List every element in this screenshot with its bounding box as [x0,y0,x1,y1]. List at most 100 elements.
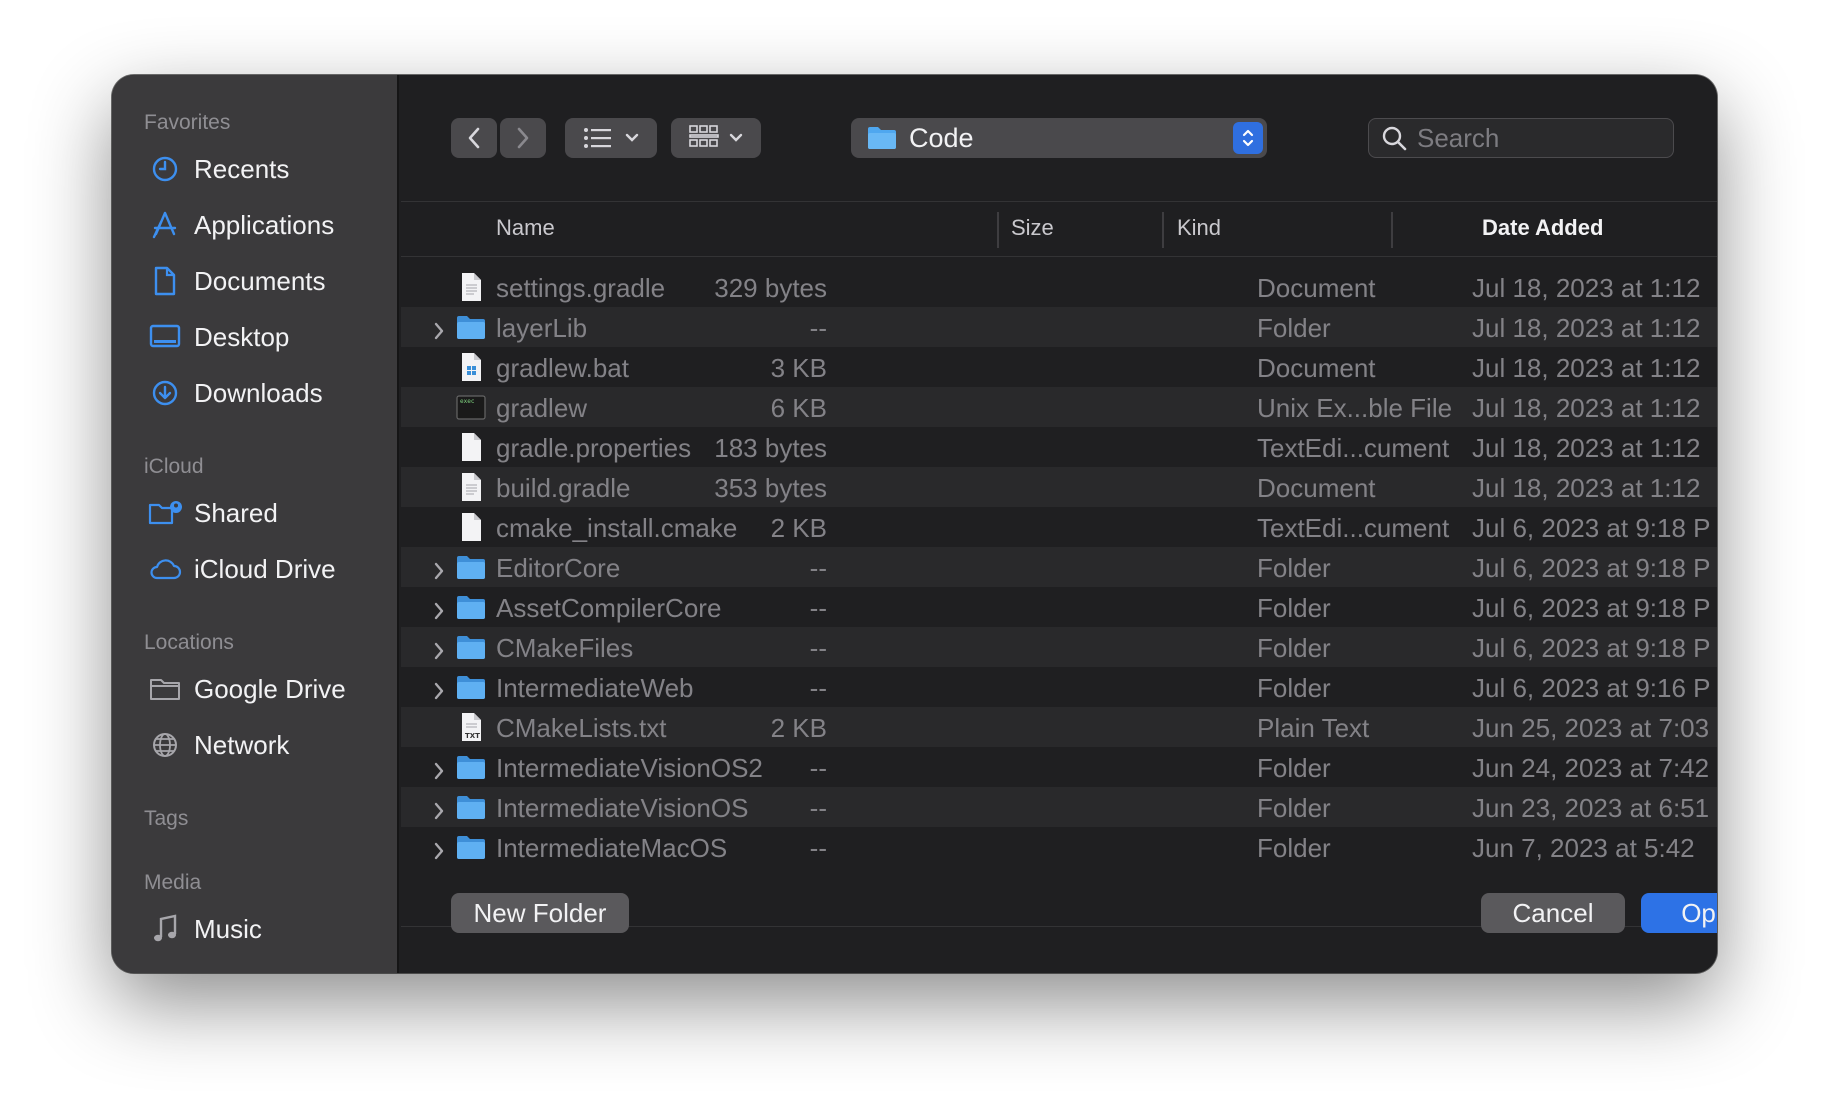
grid-view-icon [689,125,719,147]
column-name[interactable]: Name [496,215,555,241]
new-folder-button[interactable]: New Folder [451,893,629,933]
search-icon [1382,126,1407,151]
sidebar-item-google-drive[interactable]: Google Drive [148,667,346,711]
section-media: Media [144,871,202,894]
file-size: 2 KB [770,513,827,543]
file-row[interactable]: CMakeFiles -- Folder Jul 6, 2023 at 9:18 P [401,627,1717,667]
disclosure-chevron-icon[interactable] [433,797,445,828]
file-row[interactable]: IntermediateVisionOS2 -- Folder Jun 24, 202… [401,747,1717,787]
file-kind: Folder [1257,633,1331,663]
folder-icon [455,631,487,663]
path-popup[interactable]: Code [851,118,1267,158]
column-divider[interactable] [1162,212,1164,248]
column-size[interactable]: Size [1011,215,1054,241]
column-kind[interactable]: Kind [1177,215,1221,241]
file-date-added: Jul 18, 2023 at 1:12 [1472,473,1701,503]
file-row[interactable]: gradlew.bat 3 KB Document Jul 18, 2023 at 1… [401,347,1717,387]
file-name: layerLib [496,313,588,343]
view-list-button[interactable] [565,118,657,158]
sidebar-item-icloud-drive[interactable]: iCloud Drive [148,547,336,591]
sidebar-item-label: Applications [194,209,335,240]
file-size: -- [809,833,827,863]
file-size: -- [809,633,827,663]
disclosure-chevron-icon[interactable] [433,597,445,628]
disclosure-chevron-icon[interactable] [433,317,445,348]
cancel-button[interactable]: Cancel [1481,893,1625,933]
sidebar-item-label: Shared [194,497,278,528]
file-size: 6 KB [770,393,827,423]
disclosure-chevron-icon[interactable] [433,637,445,668]
open-button[interactable]: Open [1641,893,1717,933]
sidebar: Favorites Recents Applications Documents… [112,75,399,973]
sidebar-item-recents[interactable]: Recents [148,147,289,191]
file-row[interactable]: TXT CMakeLists.txt 2 KB Plain Text Jun 25, 2… [401,707,1717,747]
sidebar-item-downloads[interactable]: Downloads [148,371,323,415]
music-note-icon [148,912,182,946]
open-dialog: Favorites Recents Applications Documents… [112,75,1717,973]
file-size: -- [809,753,827,783]
disclosure-chevron-icon[interactable] [433,757,445,788]
folder-icon [455,831,487,863]
clock-icon [148,152,182,186]
column-divider[interactable] [997,212,999,248]
column-divider[interactable] [1391,212,1393,248]
sidebar-item-label: Music [194,913,262,944]
file-row[interactable]: AssetCompilerCore -- Folder Jul 6, 2023 at … [401,587,1717,627]
file-row[interactable]: build.gradle 353 bytes Document Jul 18, 202… [401,467,1717,507]
group-by-button[interactable] [671,118,761,158]
terminal-icon: exec [455,391,487,423]
file-row[interactable]: exec gradlew 6 KB Unix Ex...ble File Jul 18,… [401,387,1717,427]
forward-button[interactable] [500,118,546,158]
file-date-added: Jul 6, 2023 at 9:18 P [1472,593,1711,623]
file-size: 329 bytes [714,273,827,303]
sidebar-item-network[interactable]: Network [148,723,289,767]
back-button[interactable] [451,118,497,158]
sidebar-item-music[interactable]: Music [148,907,262,951]
disclosure-chevron-icon[interactable] [433,557,445,588]
file-date-added: Jun 24, 2023 at 7:42 [1472,753,1710,783]
folder-icon [455,751,487,783]
file-size: -- [809,553,827,583]
file-size: -- [809,313,827,343]
file-row[interactable]: cmake_install.cmake 2 KB TextEdi...cument J… [401,507,1717,547]
sidebar-item-documents[interactable]: Documents [148,259,326,303]
file-kind: TextEdi...cument [1257,513,1450,543]
document-icon [455,471,487,503]
file-kind: Folder [1257,833,1331,863]
disclosure-chevron-icon[interactable] [433,837,445,868]
file-row[interactable]: IntermediateMacOS -- Folder Jun 7, 2023 at … [401,827,1717,867]
file-name: gradlew [496,393,588,423]
sidebar-item-label: Documents [194,265,326,296]
chevron-right-icon [517,127,529,149]
file-row[interactable]: layerLib -- Folder Jul 18, 2023 at 1:12 [401,307,1717,347]
file-browser: Code Search Name Size Kind Date Added se… [401,75,1717,973]
file-row[interactable]: IntermediateWeb -- Folder Jul 6, 2023 at 9:… [401,667,1717,707]
file-row[interactable]: IntermediateVisionOS -- Folder Jun 23, 2023… [401,787,1717,827]
svg-text:TXT: TXT [465,732,480,740]
file-row[interactable]: EditorCore -- Folder Jul 6, 2023 at 9:18 P [401,547,1717,587]
file-kind: Folder [1257,313,1331,343]
file-kind: Folder [1257,793,1331,823]
file-kind: Folder [1257,673,1331,703]
section-tags: Tags [144,807,189,830]
file-date-added: Jul 6, 2023 at 9:18 P [1472,553,1711,583]
file-row[interactable]: settings.gradle 329 bytes Document Jul 18, … [401,267,1717,307]
chevron-down-icon [625,133,639,142]
file-list[interactable]: settings.gradle 329 bytes Document Jul 18, … [401,261,1717,927]
windows-doc-icon [455,351,487,383]
sidebar-item-applications[interactable]: Applications [148,203,334,247]
document-icon [148,264,182,298]
file-row[interactable]: gradle.properties 183 bytes TextEdi...cume… [401,427,1717,467]
search-field[interactable]: Search [1368,118,1674,158]
disclosure-chevron-icon[interactable] [433,677,445,708]
sidebar-item-shared[interactable]: Shared [148,491,278,535]
column-date-added[interactable]: Date Added [1482,215,1603,241]
column-header: Name Size Kind Date Added [401,201,1717,257]
folder-icon [455,591,487,623]
globe-icon [148,728,182,762]
file-name: EditorCore [496,553,621,583]
file-date-added: Jul 6, 2023 at 9:18 P [1472,633,1711,663]
sidebar-item-label: Google Drive [194,673,346,704]
sidebar-item-desktop[interactable]: Desktop [148,315,289,359]
txt-doc-icon: TXT [455,711,487,743]
